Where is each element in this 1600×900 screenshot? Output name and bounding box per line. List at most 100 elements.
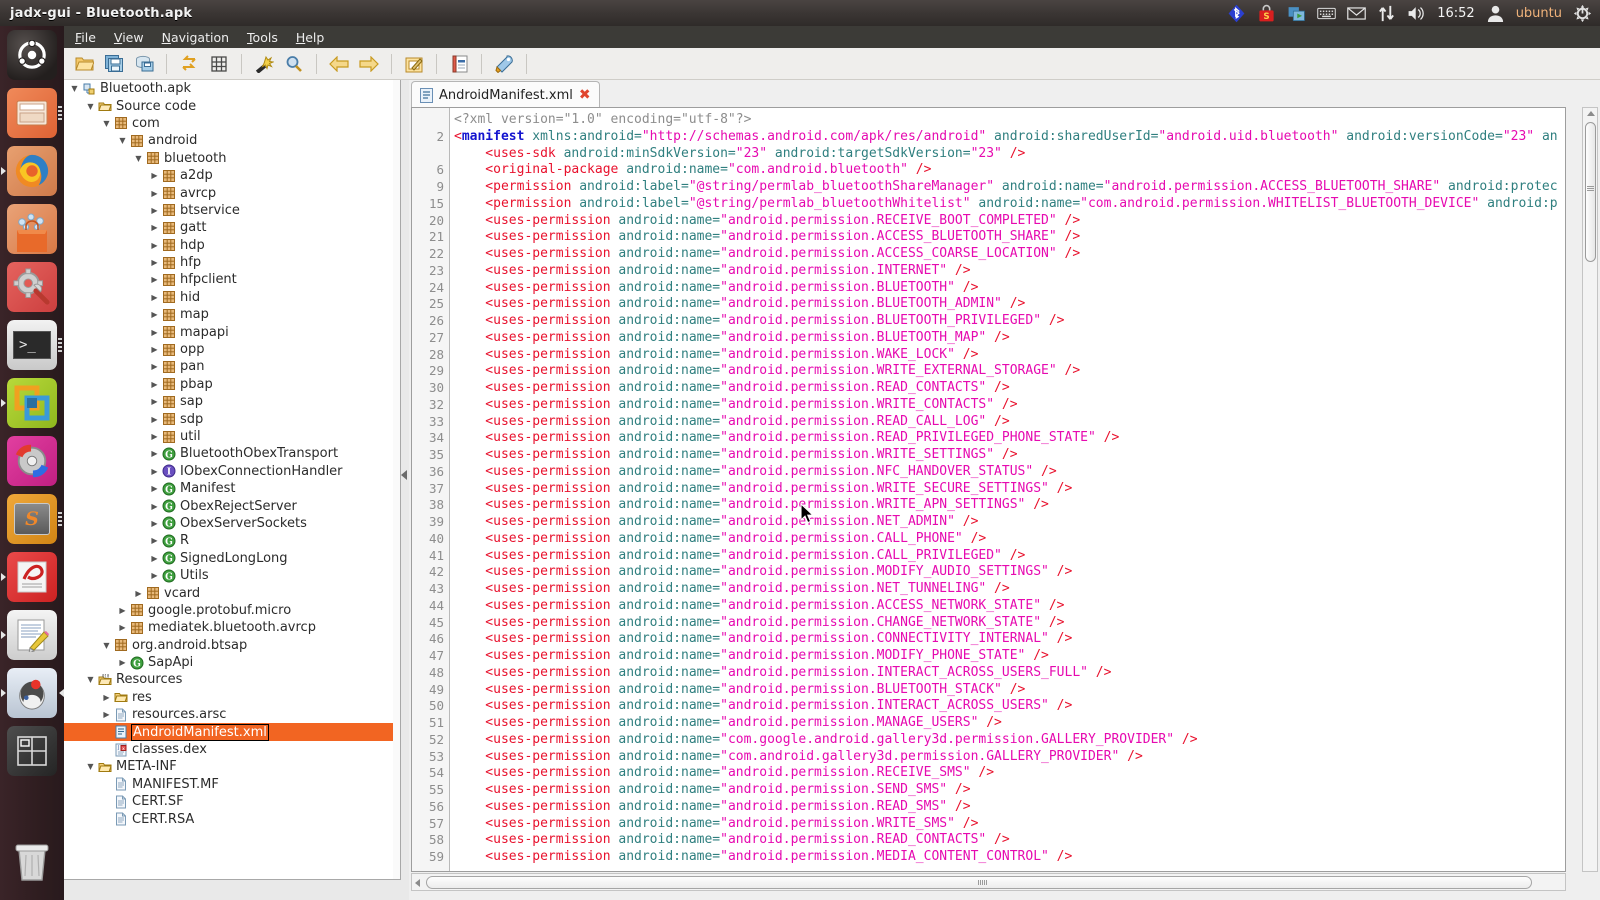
twisty-collapsed-icon[interactable]: ▶: [148, 536, 161, 545]
twisty-collapsed-icon[interactable]: ▶: [116, 623, 129, 632]
code-line[interactable]: <uses-permission android:name="android.p…: [454, 380, 1565, 397]
code-line[interactable]: <uses-permission android:name="android.p…: [454, 698, 1565, 715]
code-line[interactable]: <permission android:label="@string/perml…: [454, 179, 1565, 196]
launcher-files-icon[interactable]: [7, 88, 57, 138]
code-line[interactable]: <uses-permission android:name="android.p…: [454, 397, 1565, 414]
tree-node[interactable]: ▶ G SignedLongLong: [64, 550, 400, 567]
tree-node[interactable]: ▶ mapapi: [64, 323, 400, 340]
code-line[interactable]: <uses-permission android:name="android.p…: [454, 330, 1565, 347]
launcher-trash-icon[interactable]: [7, 836, 57, 886]
tree-node[interactable]: ▶ hfpclient: [64, 271, 400, 288]
twisty-expanded-icon[interactable]: ▼: [116, 136, 129, 145]
tree-node[interactable]: ▼ Bluetooth.apk: [64, 80, 400, 97]
twisty-collapsed-icon[interactable]: ▶: [148, 502, 161, 511]
code-line[interactable]: <uses-permission android:name="android.p…: [454, 464, 1565, 481]
code-line[interactable]: <uses-permission android:name="android.p…: [454, 481, 1565, 498]
code-line[interactable]: <uses-permission android:name="com.andro…: [454, 749, 1565, 766]
synaptic-icon[interactable]: S: [1257, 4, 1276, 23]
twisty-collapsed-icon[interactable]: ▶: [148, 397, 161, 406]
launcher-text-editor-icon[interactable]: [7, 610, 57, 660]
code-line[interactable]: <uses-permission android:name="android.p…: [454, 799, 1565, 816]
twisty-collapsed-icon[interactable]: ▶: [148, 293, 161, 302]
twisty-collapsed-icon[interactable]: ▶: [148, 206, 161, 215]
tree-node[interactable]: ▶ hid: [64, 289, 400, 306]
twisty-collapsed-icon[interactable]: ▶: [116, 658, 129, 667]
tree-node[interactable]: ▶ hdp: [64, 237, 400, 254]
twisty-expanded-icon[interactable]: ▼: [100, 119, 113, 128]
code-line[interactable]: <uses-permission android:name="android.p…: [454, 296, 1565, 313]
tree-node[interactable]: ▼ android: [64, 132, 400, 149]
code-line[interactable]: <uses-permission android:name="android.p…: [454, 581, 1565, 598]
twisty-collapsed-icon[interactable]: ▶: [148, 362, 161, 371]
tree-node[interactable]: ▶ map: [64, 306, 400, 323]
twisty-collapsed-icon[interactable]: ▶: [148, 241, 161, 250]
code-line[interactable]: <uses-permission android:name="android.p…: [454, 648, 1565, 665]
tree-node[interactable]: ▼ Source code: [64, 97, 400, 114]
twisty-collapsed-icon[interactable]: ▶: [148, 328, 161, 337]
launcher-evince-icon[interactable]: [7, 552, 57, 602]
bluetooth-icon[interactable]: [1227, 4, 1246, 23]
tree-node[interactable]: ▶ G ObexServerSockets: [64, 515, 400, 532]
clock[interactable]: 16:52: [1437, 6, 1474, 21]
flatten-packages-icon[interactable]: [205, 51, 233, 77]
tree-node[interactable]: ▶ btservice: [64, 202, 400, 219]
tree-node[interactable]: ▶ google.protobuf.micro: [64, 602, 400, 619]
code-line[interactable]: <uses-permission android:name="android.p…: [454, 782, 1565, 799]
tree-node-selected[interactable]: AndroidManifest.xml: [64, 723, 400, 741]
power-gear-icon[interactable]: [1573, 4, 1592, 23]
launcher-java-icon[interactable]: [7, 668, 57, 718]
twisty-collapsed-icon[interactable]: ▶: [148, 467, 161, 476]
code-line[interactable]: <uses-permission android:name="android.p…: [454, 615, 1565, 632]
pane-splitter[interactable]: [401, 80, 409, 880]
volume-icon[interactable]: [1407, 4, 1426, 23]
code-line[interactable]: <uses-permission android:name="android.p…: [454, 313, 1565, 330]
twisty-expanded-icon[interactable]: ▼: [132, 154, 145, 163]
tree-node[interactable]: ▼ META-INF: [64, 758, 400, 775]
tree-node[interactable]: ▶ G BluetoothObexTransport: [64, 445, 400, 462]
code-line[interactable]: <uses-permission android:name="android.p…: [454, 715, 1565, 732]
code-line[interactable]: <uses-permission android:name="android.p…: [454, 682, 1565, 699]
tab-close-icon[interactable]: ✖: [579, 88, 591, 102]
code-line[interactable]: <uses-permission android:name="android.p…: [454, 849, 1565, 866]
code-line[interactable]: <uses-permission android:name="android.p…: [454, 665, 1565, 682]
code-line[interactable]: <uses-permission android:name="android.p…: [454, 447, 1565, 464]
launcher-vmware-icon[interactable]: [7, 378, 57, 428]
code-line[interactable]: <permission android:label="@string/perml…: [454, 196, 1565, 213]
preferences-icon[interactable]: [490, 51, 518, 77]
code-line[interactable]: <uses-permission android:name="android.p…: [454, 347, 1565, 364]
twisty-collapsed-icon[interactable]: ▶: [100, 710, 113, 719]
tree-node[interactable]: ▶ G ObexRejectServer: [64, 497, 400, 514]
code-line[interactable]: <uses-permission android:name="android.p…: [454, 213, 1565, 230]
twisty-collapsed-icon[interactable]: ▶: [148, 345, 161, 354]
code-line[interactable]: <uses-permission android:name="android.p…: [454, 832, 1565, 849]
code-line[interactable]: <uses-permission android:name="android.p…: [454, 816, 1565, 833]
forward-arrow-icon[interactable]: [355, 51, 383, 77]
launcher-software-center-icon[interactable]: [7, 204, 57, 254]
twisty-expanded-icon[interactable]: ▼: [100, 641, 113, 650]
code-line[interactable]: <original-package android:name="com.andr…: [454, 162, 1565, 179]
tree-node[interactable]: CERT.RSA: [64, 810, 400, 827]
launcher-disk-utility-icon[interactable]: [7, 436, 57, 486]
tree-node[interactable]: ▶ G SapApi: [64, 654, 400, 671]
keyboard-icon[interactable]: [1317, 4, 1336, 23]
tree-node[interactable]: ▶ pan: [64, 358, 400, 375]
code-line[interactable]: <uses-permission android:name="com.googl…: [454, 732, 1565, 749]
scroll-up-arrow-icon[interactable]: [1587, 111, 1595, 116]
code-line[interactable]: <uses-permission android:name="android.p…: [454, 765, 1565, 782]
twisty-expanded-icon[interactable]: ▼: [84, 762, 97, 771]
launcher-firefox-icon[interactable]: [7, 146, 57, 196]
launcher-ubuntu-dash-icon[interactable]: [7, 30, 57, 80]
twisty-expanded-icon[interactable]: ▼: [84, 675, 97, 684]
user-icon[interactable]: [1486, 4, 1505, 23]
tree-node[interactable]: ▶ avrcp: [64, 184, 400, 201]
twisty-collapsed-icon[interactable]: ▶: [148, 171, 161, 180]
code-line[interactable]: <manifest xmlns:android="http://schemas.…: [454, 129, 1565, 146]
twisty-collapsed-icon[interactable]: ▶: [148, 223, 161, 232]
code-view[interactable]: 2 6 9 15 20 21 22 23 24 25 26 27 28 29 30 32 33 34 35 36 37 3…: [411, 107, 1566, 872]
tree-node[interactable]: ▶ gatt: [64, 219, 400, 236]
code-line[interactable]: <uses-permission android:name="android.p…: [454, 430, 1565, 447]
open-file-icon[interactable]: [70, 51, 98, 77]
twisty-collapsed-icon[interactable]: ▶: [148, 380, 161, 389]
tree-node[interactable]: ▶ sap: [64, 393, 400, 410]
twisty-collapsed-icon[interactable]: ▶: [148, 519, 161, 528]
